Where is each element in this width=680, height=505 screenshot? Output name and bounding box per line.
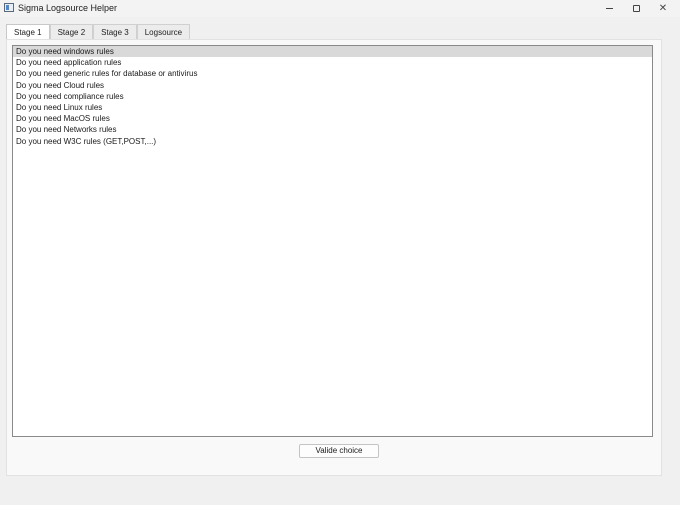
close-icon: ✕ [658,2,668,14]
tab-stage-3[interactable]: Stage 3 [93,24,137,39]
maximize-button[interactable] [621,0,651,17]
tab-stage-2[interactable]: Stage 2 [49,24,94,39]
minimize-button[interactable] [594,0,624,17]
list-item[interactable]: Do you need compliance rules [13,91,652,102]
title-bar[interactable]: Sigma Logsource Helper ✕ [0,0,680,17]
list-item[interactable]: Do you need application rules [13,57,652,68]
list-item[interactable]: Do you need Linux rules [13,102,652,113]
list-item[interactable]: Do you need generic rules for database o… [13,68,652,79]
tab-stage-1[interactable]: Stage 1 [6,24,50,40]
list-item[interactable]: Do you need Cloud rules [13,80,652,91]
list-item[interactable]: Do you need MacOS rules [13,113,652,124]
list-item[interactable]: Do you need windows rules [13,46,652,58]
app-icon [4,3,14,12]
maximize-icon [632,5,640,12]
close-button[interactable]: ✕ [648,0,678,17]
window-title: Sigma Logsource Helper [18,3,118,13]
tab-logsource[interactable]: Logsource [136,24,191,39]
tab-bar: Stage 1 Stage 2 Stage 3 Logsource [6,24,191,40]
app-window: Sigma Logsource Helper ✕ Stage 1 Stage 2… [0,0,680,505]
valide-choice-button[interactable]: Valide choice [299,444,379,458]
minimize-icon [605,8,613,9]
rules-list[interactable]: Do you need windows rules Do you need ap… [12,45,653,437]
list-item[interactable]: Do you need Networks rules [13,124,652,135]
list-item[interactable]: Do you need W3C rules (GET,POST,...) [13,136,652,147]
